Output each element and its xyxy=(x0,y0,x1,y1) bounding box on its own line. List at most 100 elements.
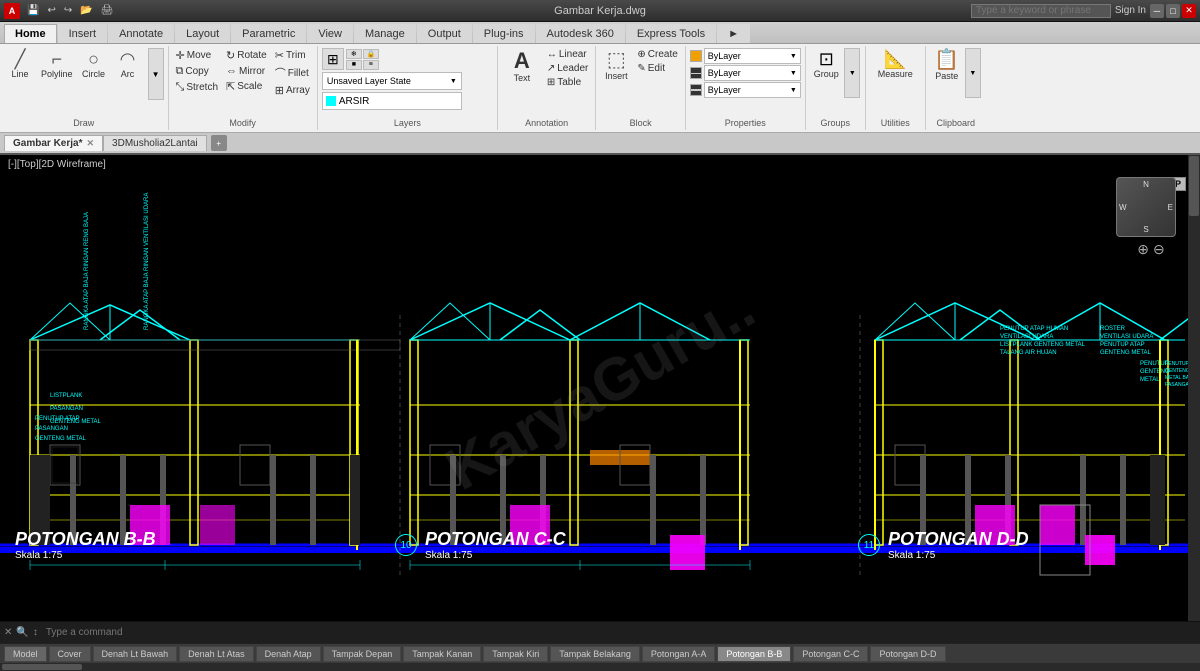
sheet-tab-potongan-cc[interactable]: Potongan C-C xyxy=(793,646,868,662)
compass-s: S xyxy=(1143,225,1148,234)
move-button[interactable]: ✛ Move xyxy=(173,48,222,63)
title-bar: A 💾 ↩ ↪ 📂 🖨 Gambar Kerja.dwg Sign In ─ □… xyxy=(0,0,1200,22)
tab-plugins[interactable]: Plug-ins xyxy=(473,24,535,43)
trim-button[interactable]: ✂ Trim xyxy=(272,48,313,63)
quick-print[interactable]: 🖨 xyxy=(98,4,117,17)
clipboard-more-button[interactable]: ▼ xyxy=(965,48,981,98)
quick-redo[interactable]: ↪ xyxy=(61,4,75,17)
tab-express-tools[interactable]: Express Tools xyxy=(626,24,716,43)
sheet-tab-tampak-depan[interactable]: Tampak Depan xyxy=(323,646,402,662)
text-icon: A xyxy=(514,50,530,72)
tab-view[interactable]: View xyxy=(307,24,353,43)
layer-freeze-button[interactable]: ❄ xyxy=(346,49,362,59)
bylayer-lineweight-dropdown[interactable]: ByLayer ▼ xyxy=(704,82,801,98)
quick-save[interactable]: 💾 xyxy=(24,4,42,17)
tab-output[interactable]: Output xyxy=(417,24,472,43)
mirror-button[interactable]: ⇔ Mirror xyxy=(223,64,270,78)
doc-tab-close[interactable]: ✕ xyxy=(86,138,94,149)
close-button[interactable]: ✕ xyxy=(1182,4,1196,18)
viewport-label: [-][Top][2D Wireframe] xyxy=(8,159,106,170)
layer-lock-button[interactable]: 🔒 xyxy=(363,49,379,59)
edit-button[interactable]: ✎ Edit xyxy=(634,62,680,75)
sign-in-button[interactable]: Sign In xyxy=(1115,5,1146,16)
command-close[interactable]: ✕ xyxy=(4,627,12,638)
search-input[interactable] xyxy=(971,4,1111,18)
navcube-controls[interactable]: ⊕ ⊖ xyxy=(1116,241,1186,258)
tab-parametric[interactable]: Parametric xyxy=(231,24,306,43)
new-tab-button[interactable]: + xyxy=(211,135,227,151)
sheet-tab-tampak-kanan[interactable]: Tampak Kanan xyxy=(403,646,481,662)
command-history-icon[interactable]: ↕ xyxy=(33,627,38,638)
circle-button[interactable]: ○ Circle xyxy=(78,48,110,81)
ribbon-tabs: Home Insert Annotate Layout Parametric V… xyxy=(0,22,1200,44)
measure-button[interactable]: 📐 Measure xyxy=(875,48,916,81)
quick-open[interactable]: 📂 xyxy=(77,4,95,17)
command-bar: ✕ 🔍 ↕ xyxy=(0,621,1200,643)
copy-button[interactable]: ⧉ Copy xyxy=(173,64,222,79)
sheet-tab-denah-lt-atas[interactable]: Denah Lt Atas xyxy=(179,646,254,662)
paste-button[interactable]: 📋 Paste xyxy=(931,48,963,83)
vscroll-thumb[interactable] xyxy=(1189,156,1199,216)
current-layer-row[interactable]: ARSIR xyxy=(322,92,462,110)
tab-insert[interactable]: Insert xyxy=(58,24,108,43)
layer-state-dropdown[interactable]: Unsaved Layer State xyxy=(322,72,462,90)
arc-button[interactable]: ◠ Arc xyxy=(112,48,144,81)
fillet-icon: ⌒ xyxy=(275,65,286,81)
circle-icon: ○ xyxy=(88,50,99,68)
navcube-box[interactable]: N S E W xyxy=(1116,177,1176,237)
maximize-button[interactable]: □ xyxy=(1166,4,1180,18)
polyline-button[interactable]: ⌐ Polyline xyxy=(38,48,76,81)
tab-manage[interactable]: Manage xyxy=(354,24,416,43)
layer-color-button[interactable]: ■ xyxy=(346,60,362,70)
group-button[interactable]: ⊡ Group xyxy=(810,48,842,81)
array-button[interactable]: ⊞ Array xyxy=(272,83,313,98)
tab-autodesk360[interactable]: Autodesk 360 xyxy=(536,24,625,43)
stretch-button[interactable]: ⤡ Stretch xyxy=(173,80,222,95)
bylayer-linetype-dropdown[interactable]: ByLayer ▼ xyxy=(704,65,801,81)
sheet-tab-denah-lt-bawah[interactable]: Denah Lt Bawah xyxy=(93,646,178,662)
linear-button[interactable]: ↔ Linear xyxy=(544,48,592,61)
tab-home[interactable]: Home xyxy=(4,24,57,43)
hscroll-thumb[interactable] xyxy=(2,664,82,670)
layer-more-button[interactable]: ≡ xyxy=(363,60,379,70)
annotation-label: Annotation xyxy=(525,118,568,128)
insert-button[interactable]: ⬚ Insert xyxy=(600,48,632,83)
tab-annotate[interactable]: Annotate xyxy=(108,24,174,43)
svg-text:RANGKA ATAP BAJA RINGAN RENG B: RANGKA ATAP BAJA RINGAN RENG BAJA xyxy=(84,212,90,330)
sheet-tab-potongan-dd[interactable]: Potongan D-D xyxy=(870,646,945,662)
navcube-zoom-out[interactable]: ⊖ xyxy=(1153,241,1165,258)
minimize-button[interactable]: ─ xyxy=(1150,4,1164,18)
sheet-tab-denah-atap[interactable]: Denah Atap xyxy=(256,646,321,662)
text-button[interactable]: A Text xyxy=(502,48,542,85)
rotate-button[interactable]: ↻ Rotate xyxy=(223,48,270,63)
tab-more[interactable]: ► xyxy=(717,24,750,43)
sheet-tab-potongan-aa[interactable]: Potongan A-A xyxy=(642,646,716,662)
ribbon-content: ╱ Line ⌐ Polyline ○ Circle ◠ Arc ▼ xyxy=(0,44,1200,132)
vertical-scrollbar[interactable] xyxy=(1188,155,1200,621)
tab-layout[interactable]: Layout xyxy=(175,24,230,43)
navigation-cube[interactable]: TOP N S E W ⊕ ⊖ xyxy=(1116,163,1186,233)
command-search-icon[interactable]: 🔍 xyxy=(16,627,28,638)
quick-undo[interactable]: ↩ xyxy=(44,4,58,17)
command-input[interactable] xyxy=(46,627,1196,638)
sheet-tab-tampak-belakang[interactable]: Tampak Belakang xyxy=(550,646,640,662)
scale-button[interactable]: ⇱ Scale xyxy=(223,79,270,94)
horizontal-scrollbar[interactable] xyxy=(0,663,1200,671)
table-button[interactable]: ⊞ Table xyxy=(544,76,592,89)
sheet-tab-model[interactable]: Model xyxy=(4,646,47,662)
sheet-tab-cover[interactable]: Cover xyxy=(49,646,91,662)
paste-icon: 📋 xyxy=(934,50,959,70)
bylayer-color-dropdown[interactable]: ByLayer ▼ xyxy=(704,48,801,64)
leader-button[interactable]: ↗ Leader xyxy=(544,62,592,75)
sheet-tab-tampak-kiri[interactable]: Tampak Kiri xyxy=(483,646,548,662)
create-button[interactable]: ⊕ Create xyxy=(634,48,680,61)
fillet-button[interactable]: ⌒ Fillet xyxy=(272,64,313,82)
sheet-tab-potongan-bb[interactable]: Potongan B-B xyxy=(717,646,791,662)
draw-more-button[interactable]: ▼ xyxy=(148,48,164,100)
groups-more-button[interactable]: ▼ xyxy=(844,48,860,98)
layer-properties-button[interactable]: ⊞ xyxy=(322,48,344,70)
doc-tab-3d[interactable]: 3DMusholia2Lantai xyxy=(103,135,207,151)
doc-tab-gambar-kerja[interactable]: Gambar Kerja* ✕ xyxy=(4,135,103,151)
line-button[interactable]: ╱ Line xyxy=(4,48,36,81)
navcube-zoom-in[interactable]: ⊕ xyxy=(1137,241,1149,258)
